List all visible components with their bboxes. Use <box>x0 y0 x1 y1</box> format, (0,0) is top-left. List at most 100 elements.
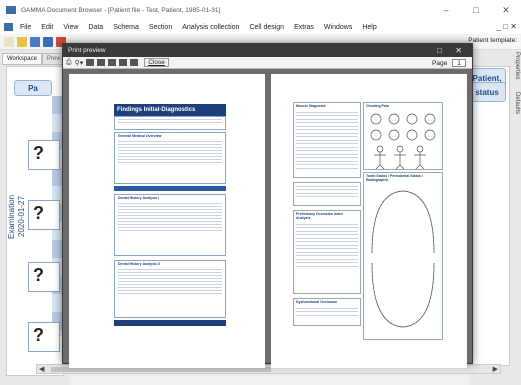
muscle-diagnosis-table: Muscle Diagnosis <box>293 102 361 178</box>
text-line <box>118 212 222 213</box>
text-line <box>118 284 222 285</box>
preview-toolbar: ⎙ ⚲▾ Close Page 1 <box>63 57 472 69</box>
save-icon[interactable] <box>30 36 40 47</box>
text-line <box>118 147 222 148</box>
text-line <box>118 224 222 225</box>
text-line <box>118 215 222 216</box>
page-label: Page <box>432 60 448 67</box>
text-line <box>118 227 222 228</box>
form-cell[interactable]: ? <box>28 262 60 292</box>
preview-maximize-button[interactable]: □ <box>437 44 442 57</box>
text-line <box>118 290 222 291</box>
text-line <box>118 272 222 273</box>
text-line <box>118 122 222 123</box>
menu-bar: File Edit View Data Schema Section Analy… <box>0 20 521 34</box>
menu-cell-design[interactable]: Cell design <box>244 24 289 31</box>
text-line <box>118 162 222 163</box>
unknown-value: ? <box>33 325 44 345</box>
text-line <box>118 153 222 154</box>
dysfunctional-occlusion-table: Dysfunctional Occlusion <box>293 298 361 326</box>
print-icon[interactable]: ⎙ <box>66 59 72 67</box>
unknown-value: ? <box>33 203 44 223</box>
maximize-button[interactable]: □ <box>461 0 491 20</box>
window-titlebar: GAMMA Document Browser - [Patient file -… <box>0 0 521 20</box>
preview-page-2: Muscle Diagnosis Chewing Pain Tooth Stat… <box>271 74 467 368</box>
table-lines <box>294 223 360 267</box>
menu-data[interactable]: Data <box>83 24 108 31</box>
menu-schema[interactable]: Schema <box>108 24 144 31</box>
text-line <box>118 209 222 210</box>
close-window-button[interactable]: ✕ <box>491 0 521 20</box>
text-line <box>118 278 222 279</box>
section-title: Dental History Analysis I <box>118 196 159 200</box>
print-preview-dialog: Print preview □ ✕ ⎙ ⚲▾ Close Page 1 Find… <box>62 43 473 368</box>
open-folder-icon[interactable] <box>17 36 27 47</box>
text-line <box>118 144 222 145</box>
exam-title: Examination <box>7 194 16 240</box>
section-title: Dental History Analysis II <box>118 262 160 266</box>
menu-edit[interactable]: Edit <box>36 24 58 31</box>
text-line <box>118 141 222 142</box>
exam-date: 2020-01-27 <box>17 196 26 238</box>
defaults-tab[interactable]: Defaults <box>510 92 520 114</box>
save-all-icon[interactable] <box>43 36 53 47</box>
menu-analysis-collection[interactable]: Analysis collection <box>177 24 244 31</box>
new-icon[interactable] <box>4 36 14 47</box>
section-bar <box>114 186 226 191</box>
minimize-button[interactable]: – <box>431 0 461 20</box>
four-pages-icon[interactable] <box>119 59 128 66</box>
window-title: GAMMA Document Browser - [Patient file -… <box>21 6 221 14</box>
workspace-tabs: Workspace Previ <box>2 53 66 65</box>
scroll-right-icon[interactable]: ▶ <box>493 365 498 374</box>
form-cell[interactable]: ? <box>28 322 60 352</box>
section-title: Dysfunctional Occlusion <box>296 300 338 304</box>
patient-header-left[interactable]: Pa <box>14 80 52 96</box>
unknown-value: ? <box>33 143 44 163</box>
menu-windows[interactable]: Windows <box>319 24 357 31</box>
page-control: Page 1 <box>432 59 466 67</box>
text-line <box>118 203 222 204</box>
one-page-icon[interactable] <box>86 59 95 66</box>
menu-help[interactable]: Help <box>357 24 381 31</box>
preview-close-x-button[interactable]: ✕ <box>455 44 462 57</box>
form-cell[interactable]: ? <box>28 200 60 230</box>
dental-arch-figure <box>371 190 435 328</box>
menu-section[interactable]: Section <box>144 24 177 31</box>
page-number-field[interactable]: 1 <box>452 59 466 67</box>
footer-bar <box>114 320 226 326</box>
text-line <box>118 275 222 276</box>
muscle-extra-table <box>293 182 361 206</box>
text-line <box>118 269 222 270</box>
menu-view[interactable]: View <box>58 24 83 31</box>
text-line <box>118 150 222 151</box>
text-line <box>118 230 222 231</box>
close-button[interactable]: Close <box>144 58 169 67</box>
tab-workspace[interactable]: Workspace <box>2 53 42 65</box>
status-badge[interactable]: status <box>468 82 506 102</box>
form-cell[interactable]: ? <box>28 140 60 170</box>
text-line <box>118 221 222 222</box>
preview-titlebar: Print preview □ ✕ <box>63 44 472 57</box>
text-line <box>118 119 222 120</box>
section-title: Muscle Diagnosis <box>296 104 326 108</box>
text-line <box>118 293 222 294</box>
text-line <box>118 281 222 282</box>
text-line <box>118 206 222 207</box>
menu-extras[interactable]: Extras <box>289 24 319 31</box>
app-icon <box>6 6 16 14</box>
document-icon <box>4 23 13 31</box>
mdi-controls[interactable]: _ □ ✕ <box>497 22 517 31</box>
preview-title: Print preview <box>68 47 106 54</box>
scroll-left-icon[interactable]: ◀ <box>39 365 44 374</box>
section-title: Tooth Status / Periodontal Status / Radi… <box>366 174 423 182</box>
table-lines <box>294 307 360 316</box>
three-pages-icon[interactable] <box>108 59 117 66</box>
six-pages-icon[interactable] <box>130 59 139 66</box>
menu-file[interactable]: File <box>15 24 36 31</box>
properties-tab[interactable]: Properties <box>510 52 520 79</box>
two-pages-icon[interactable] <box>97 59 106 66</box>
text-line <box>118 218 222 219</box>
text-line <box>118 159 222 160</box>
zoom-icon[interactable]: ⚲▾ <box>75 59 84 67</box>
table-lines <box>294 111 360 169</box>
